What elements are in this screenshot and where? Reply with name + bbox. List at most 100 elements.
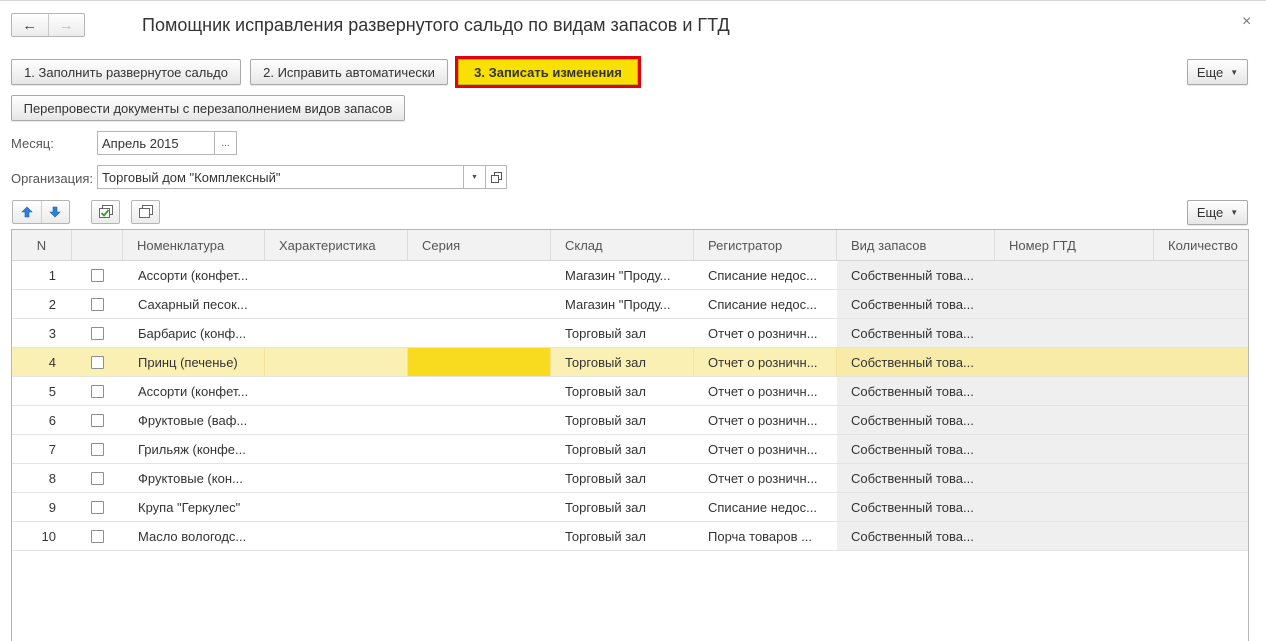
- row-checkbox[interactable]: [91, 529, 104, 543]
- warehouse-cell[interactable]: Торговый зал: [551, 319, 694, 347]
- column-header-gtd-number[interactable]: Номер ГТД: [995, 230, 1154, 260]
- registrar-cell[interactable]: Отчет о розничн...: [694, 319, 837, 347]
- row-checkbox[interactable]: [91, 297, 104, 311]
- column-header-nomenclature[interactable]: Номенклатура: [123, 230, 265, 260]
- column-header-quantity[interactable]: Количество: [1154, 230, 1248, 260]
- column-header-check[interactable]: [72, 230, 123, 260]
- quantity-cell[interactable]: [1154, 377, 1248, 405]
- nomenclature-cell[interactable]: Ассорти (конфет...: [123, 377, 265, 405]
- save-changes-button[interactable]: 3. Записать изменения: [458, 59, 638, 85]
- column-header-characteristic[interactable]: Характеристика: [265, 230, 408, 260]
- warehouse-cell[interactable]: Магазин "Проду...: [551, 261, 694, 289]
- gtd-number-cell[interactable]: [995, 464, 1154, 492]
- column-header-warehouse[interactable]: Склад: [551, 230, 694, 260]
- registrar-cell[interactable]: Отчет о розничн...: [694, 377, 837, 405]
- series-cell[interactable]: [408, 319, 551, 347]
- table-row[interactable]: 10 Масло вологодс... Торговый зал Порча тов…: [12, 522, 1248, 551]
- characteristic-cell[interactable]: [265, 464, 408, 492]
- registrar-cell[interactable]: Порча товаров ...: [694, 522, 837, 550]
- table-row[interactable]: 7 Грильяж (конфе... Торговый зал Отчет о ро…: [12, 435, 1248, 464]
- warehouse-cell[interactable]: Торговый зал: [551, 348, 694, 376]
- nomenclature-cell[interactable]: Грильяж (конфе...: [123, 435, 265, 463]
- nomenclature-cell[interactable]: Принц (печенье): [123, 348, 265, 376]
- auto-fix-button[interactable]: 2. Исправить автоматически: [250, 59, 448, 85]
- row-checkbox[interactable]: [91, 355, 104, 369]
- warehouse-cell[interactable]: Торговый зал: [551, 377, 694, 405]
- table-more-menu-button[interactable]: Еще ▼: [1187, 200, 1248, 225]
- month-select-button[interactable]: ...: [214, 131, 237, 155]
- series-cell[interactable]: [408, 493, 551, 521]
- organization-open-button[interactable]: [485, 165, 507, 189]
- series-cell[interactable]: [408, 464, 551, 492]
- registrar-cell[interactable]: Отчет о розничн...: [694, 435, 837, 463]
- registrar-cell[interactable]: Списание недос...: [694, 261, 837, 289]
- registrar-cell[interactable]: Отчет о розничн...: [694, 348, 837, 376]
- nomenclature-cell[interactable]: Барбарис (конф...: [123, 319, 265, 347]
- characteristic-cell[interactable]: [265, 435, 408, 463]
- gtd-number-cell[interactable]: [995, 493, 1154, 521]
- stock-type-cell[interactable]: Собственный това...: [837, 464, 995, 492]
- stock-type-cell[interactable]: Собственный това...: [837, 377, 995, 405]
- table-row[interactable]: 6 Фруктовые (ваф... Торговый зал Отчет о ро…: [12, 406, 1248, 435]
- row-checkbox[interactable]: [91, 384, 104, 398]
- nomenclature-cell[interactable]: Масло вологодс...: [123, 522, 265, 550]
- warehouse-cell[interactable]: Магазин "Проду...: [551, 290, 694, 318]
- stock-type-cell[interactable]: Собственный това...: [837, 406, 995, 434]
- registrar-cell[interactable]: Отчет о розничн...: [694, 464, 837, 492]
- column-header-registrar[interactable]: Регистратор: [694, 230, 837, 260]
- series-cell[interactable]: [408, 377, 551, 405]
- balance-table[interactable]: N Номенклатура Характеристика Серия Скла…: [11, 229, 1249, 641]
- stock-type-cell[interactable]: Собственный това...: [837, 290, 995, 318]
- series-cell[interactable]: [408, 435, 551, 463]
- characteristic-cell[interactable]: [265, 493, 408, 521]
- registrar-cell[interactable]: Отчет о розничн...: [694, 406, 837, 434]
- gtd-number-cell[interactable]: [995, 435, 1154, 463]
- column-header-n[interactable]: N: [12, 230, 72, 260]
- gtd-number-cell[interactable]: [995, 377, 1154, 405]
- stock-type-cell[interactable]: Собственный това...: [837, 493, 995, 521]
- table-row[interactable]: 8 Фруктовые (кон... Торговый зал Отчет о ро…: [12, 464, 1248, 493]
- month-field[interactable]: Апрель 2015: [97, 131, 215, 155]
- check-all-button[interactable]: [91, 200, 120, 224]
- table-row[interactable]: 2 Сахарный песок... Магазин "Проду... Списа…: [12, 290, 1248, 319]
- characteristic-cell[interactable]: [265, 377, 408, 405]
- nomenclature-cell[interactable]: Крупа "Геркулес": [123, 493, 265, 521]
- table-row[interactable]: 4 Принц (печенье) Торговый зал Отчет о розн…: [12, 348, 1248, 377]
- uncheck-all-button[interactable]: [131, 200, 160, 224]
- close-icon[interactable]: ×: [1242, 13, 1251, 31]
- stock-type-cell[interactable]: Собственный това...: [837, 435, 995, 463]
- quantity-cell[interactable]: [1154, 319, 1248, 347]
- table-row[interactable]: 3 Барбарис (конф... Торговый зал Отчет о ро…: [12, 319, 1248, 348]
- gtd-number-cell[interactable]: [995, 290, 1154, 318]
- gtd-number-cell[interactable]: [995, 406, 1154, 434]
- quantity-cell[interactable]: [1154, 522, 1248, 550]
- quantity-cell[interactable]: [1154, 493, 1248, 521]
- nomenclature-cell[interactable]: Фруктовые (ваф...: [123, 406, 265, 434]
- organization-dropdown-button[interactable]: ▼: [463, 165, 486, 189]
- organization-field[interactable]: Торговый дом "Комплексный": [97, 165, 464, 189]
- column-header-stock-type[interactable]: Вид запасов: [837, 230, 995, 260]
- series-cell[interactable]: [408, 348, 551, 376]
- series-cell[interactable]: [408, 406, 551, 434]
- gtd-number-cell[interactable]: [995, 319, 1154, 347]
- quantity-cell[interactable]: [1154, 348, 1248, 376]
- row-checkbox[interactable]: [91, 413, 104, 427]
- registrar-cell[interactable]: Списание недос...: [694, 290, 837, 318]
- quantity-cell[interactable]: [1154, 464, 1248, 492]
- row-checkbox[interactable]: [91, 500, 104, 514]
- characteristic-cell[interactable]: [265, 261, 408, 289]
- move-up-button[interactable]: [13, 201, 41, 223]
- quantity-cell[interactable]: [1154, 406, 1248, 434]
- back-arrow-icon[interactable]: ←: [12, 14, 48, 36]
- warehouse-cell[interactable]: Торговый зал: [551, 493, 694, 521]
- forward-arrow-icon[interactable]: →: [47, 14, 85, 36]
- quantity-cell[interactable]: [1154, 290, 1248, 318]
- characteristic-cell[interactable]: [265, 406, 408, 434]
- nomenclature-cell[interactable]: Фруктовые (кон...: [123, 464, 265, 492]
- row-checkbox[interactable]: [91, 268, 104, 282]
- characteristic-cell[interactable]: [265, 290, 408, 318]
- warehouse-cell[interactable]: Торговый зал: [551, 435, 694, 463]
- quantity-cell[interactable]: [1154, 435, 1248, 463]
- series-cell[interactable]: [408, 522, 551, 550]
- move-down-button[interactable]: [40, 201, 70, 223]
